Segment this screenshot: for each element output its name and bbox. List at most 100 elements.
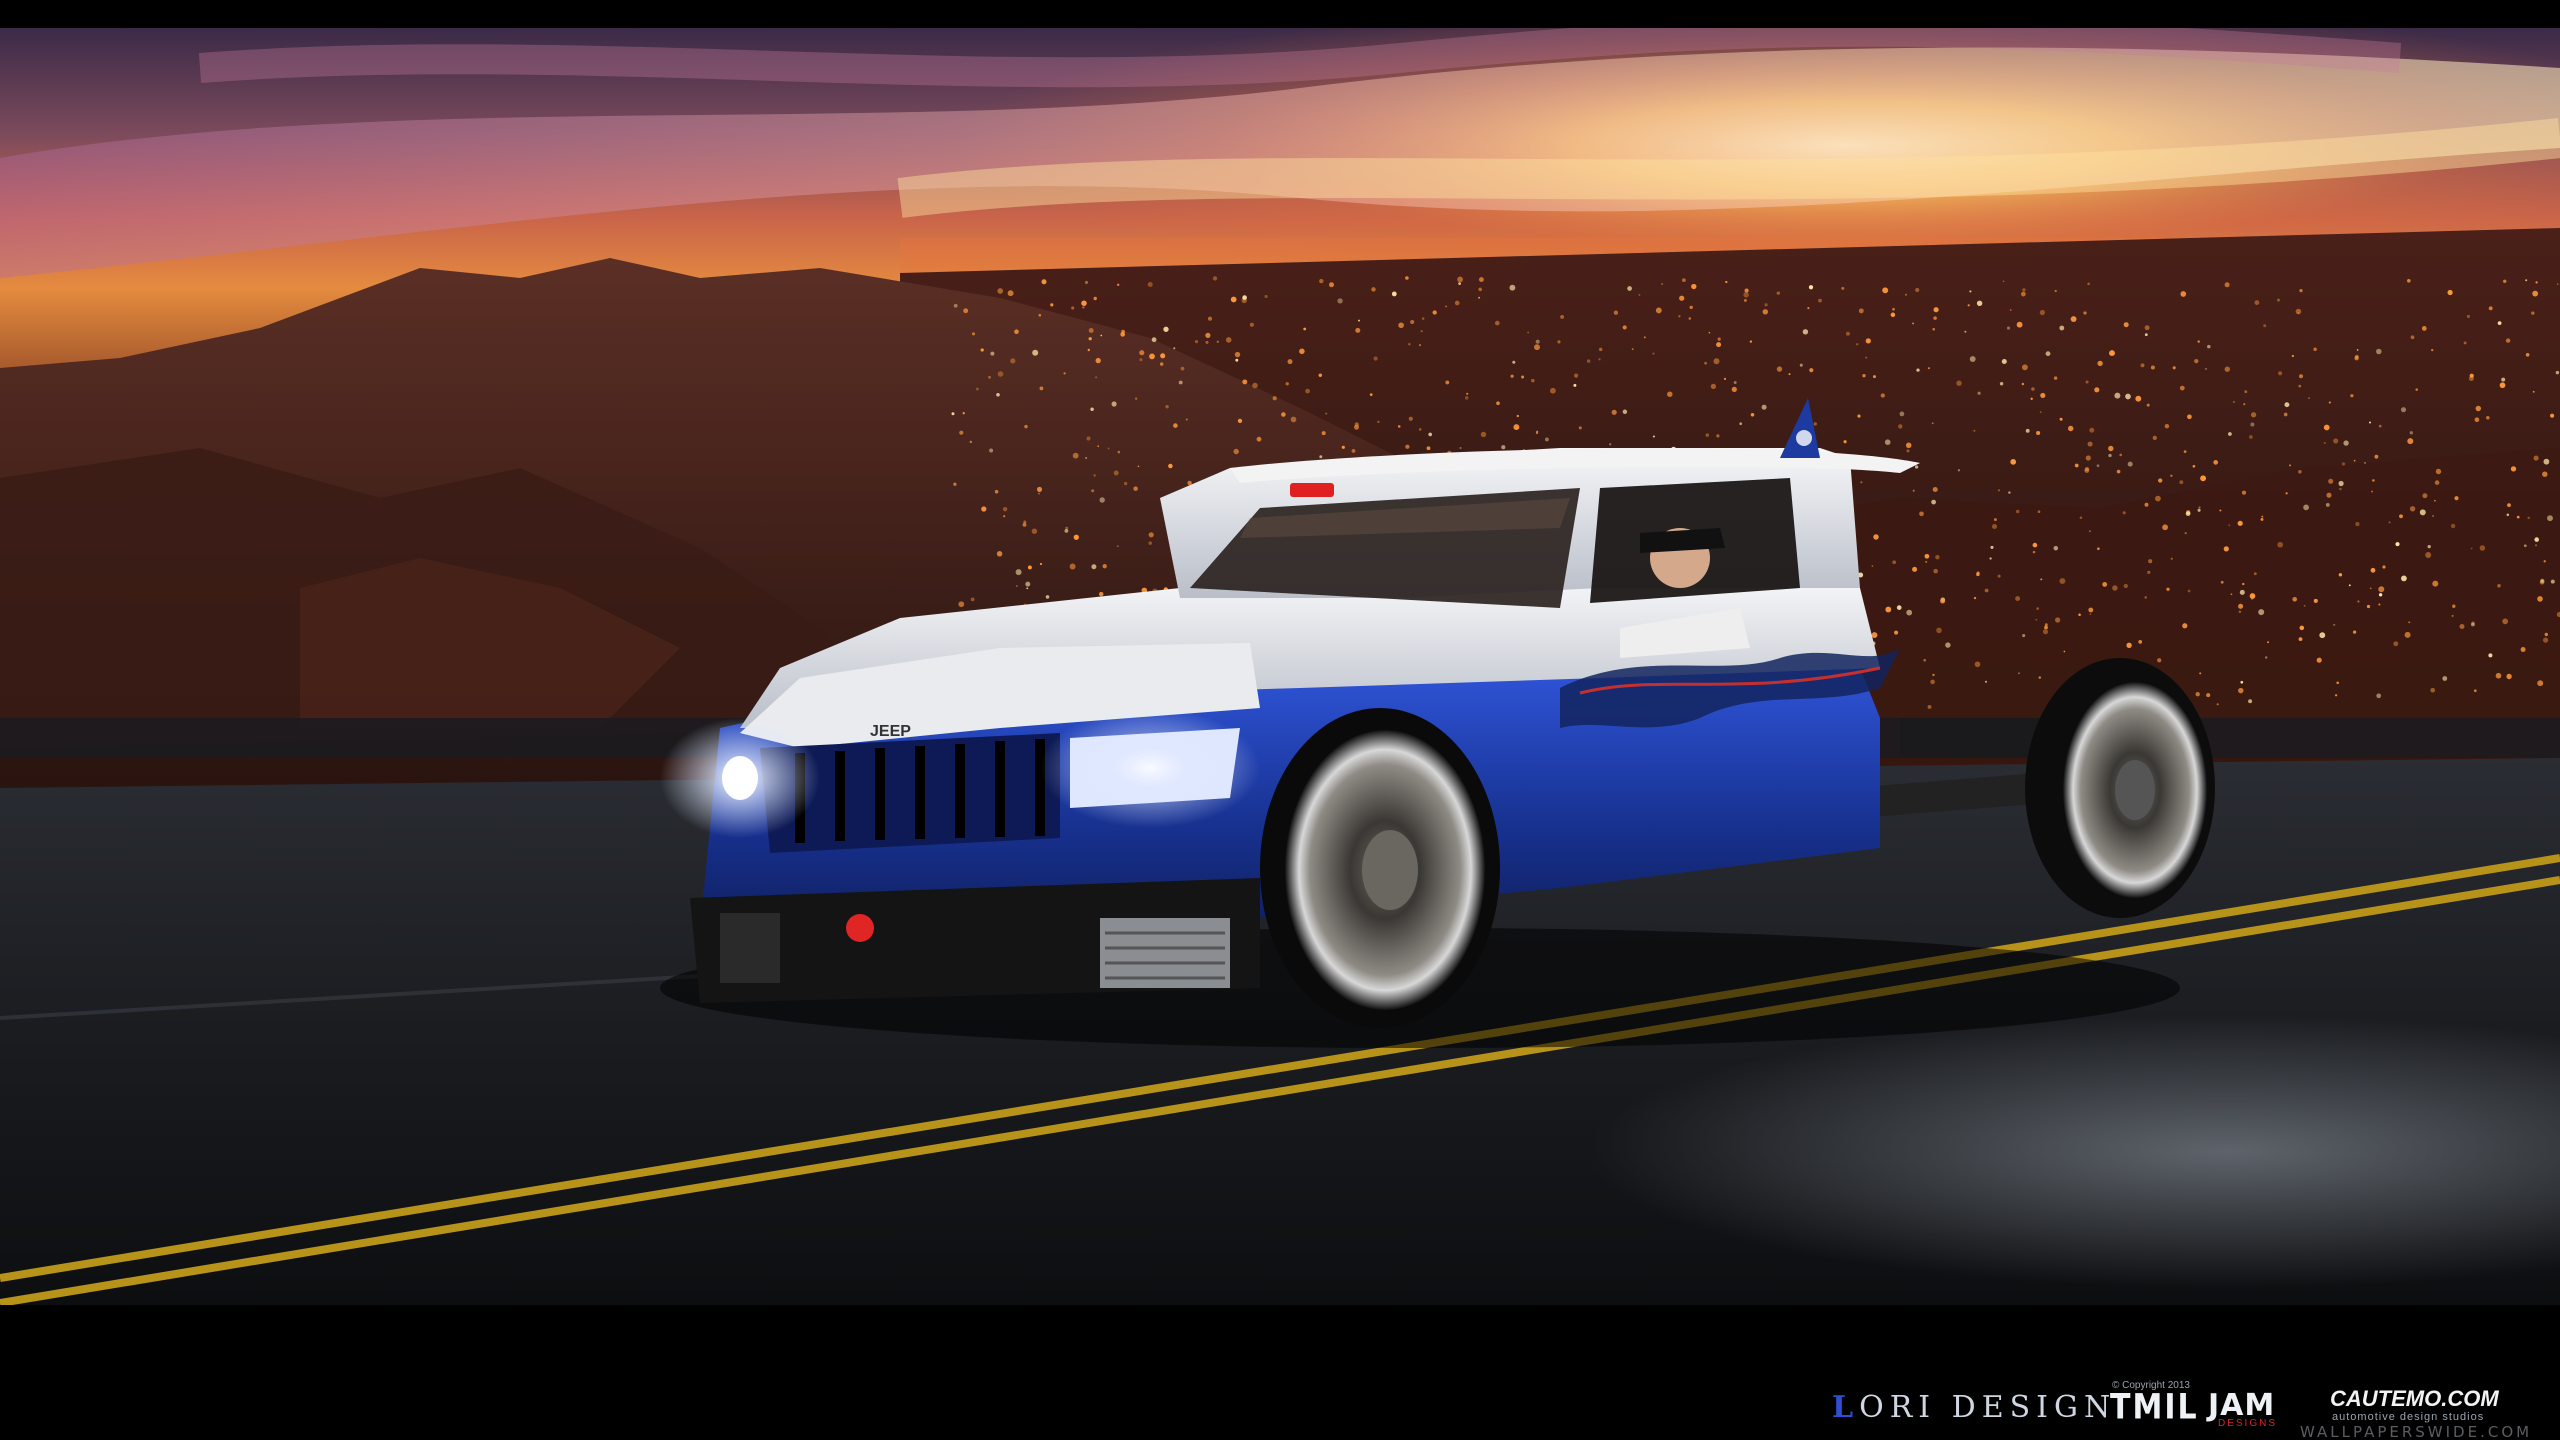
- city-light: [1148, 532, 1154, 538]
- watermark: WALLPAPERSWIDE.COM: [2300, 1423, 2533, 1440]
- city-light: [2325, 502, 2330, 507]
- city-light: [2241, 490, 2247, 495]
- city-light: [2543, 458, 2550, 465]
- city-light: [2303, 604, 2306, 607]
- city-light: [1205, 332, 1211, 338]
- city-light: [1318, 373, 1323, 377]
- city-light: [1527, 331, 1529, 334]
- city-light: [1899, 411, 1905, 417]
- city-light: [2404, 631, 2411, 638]
- city-light: [2479, 545, 2486, 551]
- city-light: [2238, 603, 2244, 609]
- city-light: [2506, 673, 2512, 680]
- city-light: [2354, 354, 2359, 359]
- city-light: [1967, 304, 1970, 307]
- city-light: [2336, 681, 2339, 685]
- city-light: [2039, 411, 2042, 413]
- city-light: [2532, 390, 2535, 393]
- city-light: [1932, 673, 1935, 677]
- grille-badge: JEEP: [870, 723, 911, 740]
- city-light: [2094, 387, 2100, 393]
- city-light: [1655, 307, 1662, 314]
- city-light: [2146, 403, 2150, 407]
- city-light: [2506, 513, 2510, 517]
- city-light: [2213, 460, 2219, 465]
- city-light: [2550, 413, 2555, 418]
- city-light: [1813, 422, 1817, 426]
- city-light: [2410, 335, 2415, 340]
- city-light: [1809, 368, 1814, 373]
- city-light: [1097, 445, 1100, 448]
- city-light: [1916, 368, 1920, 372]
- city-light: [1426, 446, 1431, 451]
- city-light: [2372, 479, 2375, 482]
- city-light: [2499, 382, 2506, 389]
- city-light: [2547, 515, 2553, 522]
- city-light: [1905, 442, 1912, 449]
- city-light: [1976, 300, 1983, 307]
- city-light: [1873, 534, 1879, 540]
- city-light: [1185, 418, 1188, 421]
- city-light: [1084, 280, 1089, 284]
- city-light: [1573, 383, 1577, 387]
- city-light: [1418, 343, 1422, 347]
- wallpaper: JEEP LORI DESIGN © Copyright 2013 TMIL J…: [0, 0, 2560, 1440]
- city-light: [2198, 506, 2201, 509]
- city-light: [962, 412, 965, 415]
- city-light: [1377, 420, 1380, 424]
- city-light: [1147, 281, 1153, 288]
- city-light: [1090, 407, 1094, 412]
- city-light: [2158, 478, 2163, 483]
- city-light: [1039, 562, 1043, 566]
- city-light: [2025, 428, 2030, 433]
- city-light: [1328, 282, 1335, 288]
- city-light: [2299, 625, 2305, 631]
- city-light: [2205, 367, 2207, 370]
- city-light: [2415, 388, 2418, 391]
- city-light: [1325, 412, 1328, 415]
- city-light: [1086, 436, 1091, 441]
- city-light: [2542, 637, 2549, 643]
- city-light: [1137, 465, 1140, 468]
- city-light: [2313, 347, 2317, 352]
- city-light: [2239, 589, 2245, 595]
- city-light: [1478, 296, 1481, 299]
- city-light: [1560, 314, 1565, 319]
- city-light: [1622, 325, 1627, 330]
- city-light: [2059, 578, 2066, 584]
- city-light: [2527, 516, 2530, 520]
- tow-hook: [846, 914, 874, 942]
- city-light: [2135, 395, 2142, 402]
- city-light: [1993, 518, 1997, 522]
- city-light: [1915, 287, 1920, 293]
- city-light: [2044, 625, 2048, 630]
- city-light: [1912, 489, 1915, 492]
- city-light: [2097, 547, 2100, 551]
- city-light: [2232, 400, 2236, 404]
- city-light: [1496, 401, 1500, 406]
- city-light: [1069, 563, 1076, 570]
- city-light: [1024, 424, 1028, 429]
- city-light: [1973, 596, 1977, 600]
- city-light: [1358, 319, 1360, 322]
- city-light: [1466, 392, 1469, 395]
- city-light: [2170, 557, 2173, 560]
- city-light: [2148, 559, 2153, 564]
- city-light: [1095, 357, 1101, 364]
- city-light: [1678, 315, 1681, 318]
- city-light: [2216, 703, 2219, 706]
- city-light: [1098, 591, 1104, 597]
- city-light: [1880, 393, 1885, 398]
- city-light: [2195, 692, 2200, 697]
- city-light: [2170, 474, 2173, 477]
- city-light: [1573, 373, 1579, 378]
- city-light: [2042, 629, 2049, 635]
- city-light: [2523, 544, 2527, 548]
- city-light: [1990, 545, 1994, 549]
- city-light: [2112, 585, 2118, 591]
- city-light: [2053, 545, 2059, 551]
- city-light: [1088, 328, 1094, 333]
- city-light: [2122, 511, 2126, 515]
- city-light: [1807, 307, 1810, 310]
- city-light: [1933, 568, 1938, 574]
